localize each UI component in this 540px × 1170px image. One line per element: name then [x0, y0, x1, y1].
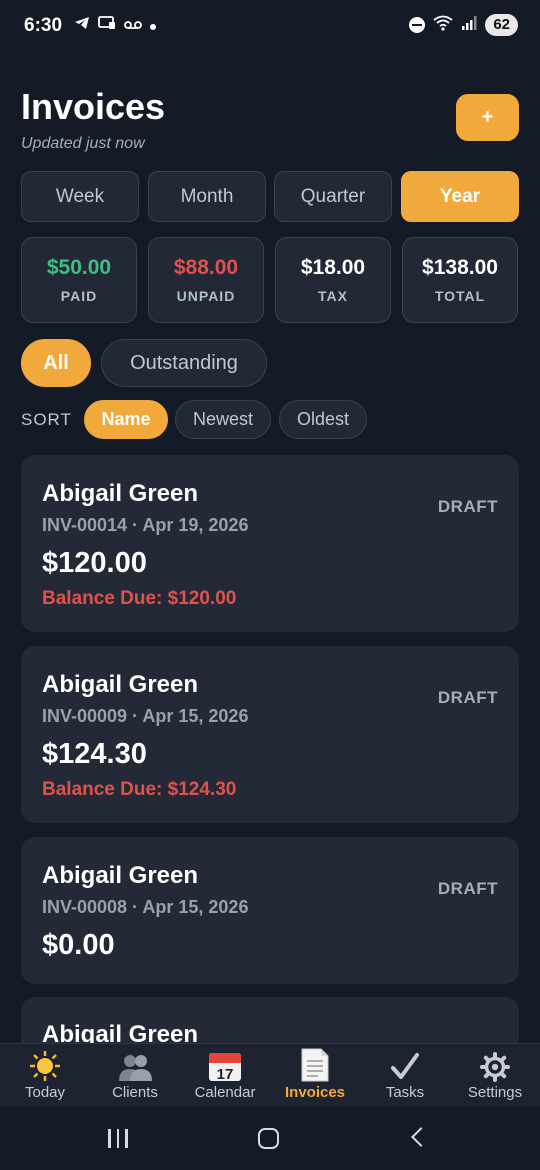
tab-calendar[interactable]: 17 Calendar — [180, 1044, 270, 1108]
tab-label: Calendar — [194, 1084, 256, 1101]
recents-icon[interactable] — [108, 1129, 128, 1148]
page-title: Invoices — [21, 86, 166, 127]
filter-outstanding[interactable]: Outstanding — [101, 339, 267, 387]
invoices-screen: 6:30 62 Invoices Updated just now + Week… — [0, 0, 540, 1170]
invoice-amount: $124.30 — [42, 738, 147, 770]
add-invoice-button[interactable]: + — [456, 94, 519, 141]
sort-oldest[interactable]: Oldest — [279, 400, 367, 439]
tab-invoices[interactable]: Invoices — [270, 1044, 360, 1108]
invoice-status-badge: DRAFT — [437, 497, 498, 516]
tab-label: Tasks — [385, 1084, 425, 1101]
sun-icon — [28, 1044, 62, 1082]
invoice-client: Abigail Green — [42, 480, 199, 507]
status-left-icons — [74, 16, 156, 33]
period-tab-year[interactable]: Year — [401, 171, 519, 222]
voicemail-icon — [124, 17, 142, 33]
signal-icon — [461, 15, 477, 36]
tab-today[interactable]: Today — [0, 1044, 90, 1108]
home-icon[interactable] — [258, 1128, 279, 1149]
invoice-amount: $120.00 — [42, 547, 147, 579]
invoice-meta: INV-00009 · Apr 15, 2026 — [42, 706, 249, 726]
tab-tasks[interactable]: Tasks — [360, 1044, 450, 1108]
battery-indicator: 62 — [485, 14, 518, 36]
invoice-meta: INV-00008 · Apr 15, 2026 — [42, 897, 249, 917]
sort-label: SORT — [21, 410, 72, 429]
tab-label: Today — [24, 1084, 66, 1101]
invoice-meta: INV-00014 · Apr 19, 2026 — [42, 515, 249, 535]
stat-paid: $50.00 PAID — [21, 237, 137, 323]
back-icon[interactable] — [411, 1127, 431, 1147]
people-icon — [117, 1044, 153, 1082]
invoice-balance: Balance Due: $124.30 — [42, 779, 237, 800]
gear-icon — [480, 1044, 510, 1082]
tab-clients[interactable]: Clients — [90, 1044, 180, 1108]
invoice-amount: $0.00 — [42, 929, 115, 961]
dot-icon — [150, 17, 156, 33]
sort-name[interactable]: Name — [84, 400, 168, 439]
period-tab-week[interactable]: Week — [21, 171, 139, 222]
invoice-client: Abigail Green — [42, 862, 199, 889]
stat-unpaid-value: $88.00 — [173, 256, 239, 279]
period-tab-month[interactable]: Month — [148, 171, 266, 222]
tab-label: Clients — [112, 1084, 158, 1101]
filter-all[interactable]: All — [21, 339, 91, 387]
status-bar: 6:30 62 — [0, 0, 540, 54]
calendar-icon: 17 — [208, 1044, 242, 1082]
stat-unpaid: $88.00 UNPAID — [148, 237, 264, 323]
stat-tax: $18.00 TAX — [275, 237, 391, 323]
telegram-icon — [74, 16, 90, 33]
invoice-card[interactable]: Abigail Green INV-00014 · Apr 19, 2026 $… — [21, 455, 519, 632]
stat-tax-label: TAX — [318, 288, 348, 304]
stat-unpaid-label: UNPAID — [176, 288, 236, 304]
invoice-card[interactable]: Abigail Green INV-00009 · Apr 15, 2026 $… — [21, 646, 519, 823]
invoice-status-badge: DRAFT — [437, 688, 498, 707]
invoice-icon — [300, 1044, 330, 1082]
system-nav-bar — [0, 1107, 540, 1170]
stat-total-label: TOTAL — [434, 288, 486, 304]
stat-paid-value: $50.00 — [46, 256, 112, 279]
cast-icon — [98, 16, 116, 33]
dnd-icon — [409, 17, 426, 33]
sort-newest[interactable]: Newest — [175, 400, 271, 439]
tab-label: Settings — [467, 1084, 523, 1101]
invoice-balance: Balance Due: $120.00 — [42, 588, 237, 609]
stat-total: $138.00 TOTAL — [402, 237, 518, 323]
bottom-tab-bar: Today Clients 17 Calendar Invoices Tasks — [0, 1043, 540, 1107]
invoice-card[interactable]: Abigail Green INV-00008 · Apr 15, 2026 $… — [21, 837, 519, 984]
status-time: 6:30 — [24, 15, 63, 36]
updated-subtitle: Updated just now — [21, 135, 145, 152]
tab-settings[interactable]: Settings — [450, 1044, 540, 1108]
stat-paid-label: PAID — [60, 288, 98, 304]
svg-text:17: 17 — [217, 1066, 234, 1082]
wifi-icon — [433, 15, 453, 36]
stat-tax-value: $18.00 — [300, 256, 366, 279]
stat-total-value: $138.00 — [422, 256, 498, 279]
period-tab-quarter[interactable]: Quarter — [274, 171, 392, 222]
status-right-icons: 62 — [409, 14, 518, 36]
check-icon — [390, 1044, 420, 1082]
invoice-client: Abigail Green — [42, 671, 199, 698]
tab-label: Invoices — [284, 1084, 346, 1101]
invoice-status-badge: DRAFT — [437, 879, 498, 898]
